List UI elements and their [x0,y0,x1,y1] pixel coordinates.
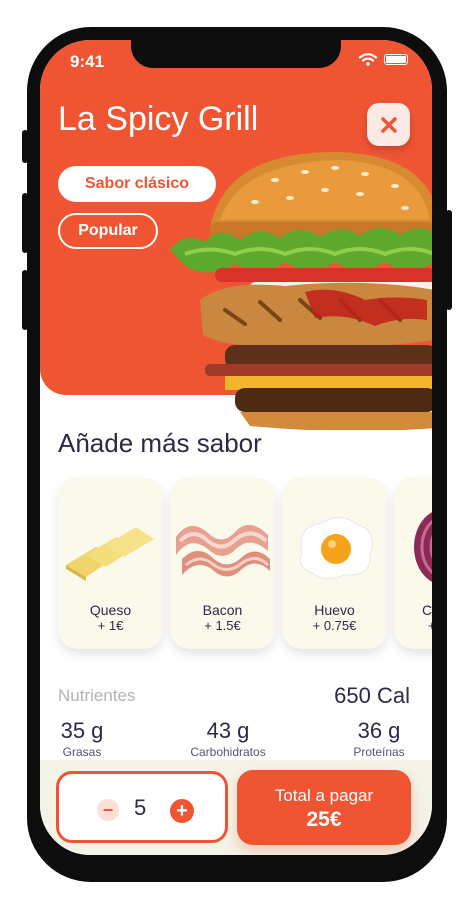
notch [131,40,341,68]
extras-list: Queso + 1€ Bacon + 1.5€ Huevo + 0.75€ C … [58,477,432,652]
quantity-value: 5 [134,795,147,820]
extra-price: + [428,618,432,633]
extra-card-huevo[interactable]: Huevo + 0.75€ [282,477,387,649]
close-button[interactable] [367,103,410,146]
bacon-image [176,524,270,577]
wifi-icon [359,53,377,66]
mute-switch [22,130,28,163]
onion-image [414,512,432,582]
screen: 9:41 La Spicy Grill Sabor clásico Popula… [40,40,432,855]
extra-card-bacon[interactable]: Bacon + 1.5€ [170,477,275,649]
status-icons [359,53,408,66]
calories-value: 650 Cal [334,683,410,708]
status-time: 9:41 [70,52,105,71]
extra-name: Ce [422,602,432,618]
nutrition-label: Nutrientes [58,686,136,705]
battery-icon [384,54,408,65]
nutrient-label: Proteínas [353,745,405,759]
burger-image [170,151,432,430]
quantity-stepper: − 5 + [56,771,228,843]
increase-button[interactable]: + [170,799,194,823]
pay-total: 25€ [306,808,342,831]
tag-popular[interactable]: Popular [58,213,158,249]
nutrient-proteinas: 36 g Proteínas [344,718,414,759]
volume-down-button [22,270,28,330]
nutrient-value: 35 g [60,718,104,743]
nutrient-value: 36 g [357,718,401,743]
pay-button[interactable]: Total a pagar 25€ [237,770,411,845]
nutrient-label: Grasas [62,745,102,759]
extras-heading: Añade más sabor [58,428,262,458]
decrease-button[interactable]: − [97,799,119,821]
nutrient-carbohidratos: 43 g Carbohidratos [178,718,278,759]
pay-label: Total a pagar [274,786,374,805]
power-button [446,210,452,310]
extra-card-queso[interactable]: Queso + 1€ [58,477,163,649]
extra-name: Bacon [202,602,243,618]
extra-price: + 0.75€ [312,618,357,633]
close-icon [380,116,397,133]
nutrient-label: Carbohidratos [190,745,266,759]
extra-name: Huevo [314,602,355,618]
cheese-image [66,527,154,581]
restaurant-title: La Spicy Grill [58,100,259,138]
extra-price: + 1.5€ [204,618,241,633]
volume-up-button [22,193,28,253]
extra-card-cebolla[interactable]: Ce + [394,477,432,649]
egg-image [299,517,373,579]
extra-name: Queso [89,602,132,618]
extra-price: + 1€ [97,618,124,633]
nutrient-value: 43 g [206,718,250,743]
nutrient-grasas: 35 g Grasas [50,718,114,759]
